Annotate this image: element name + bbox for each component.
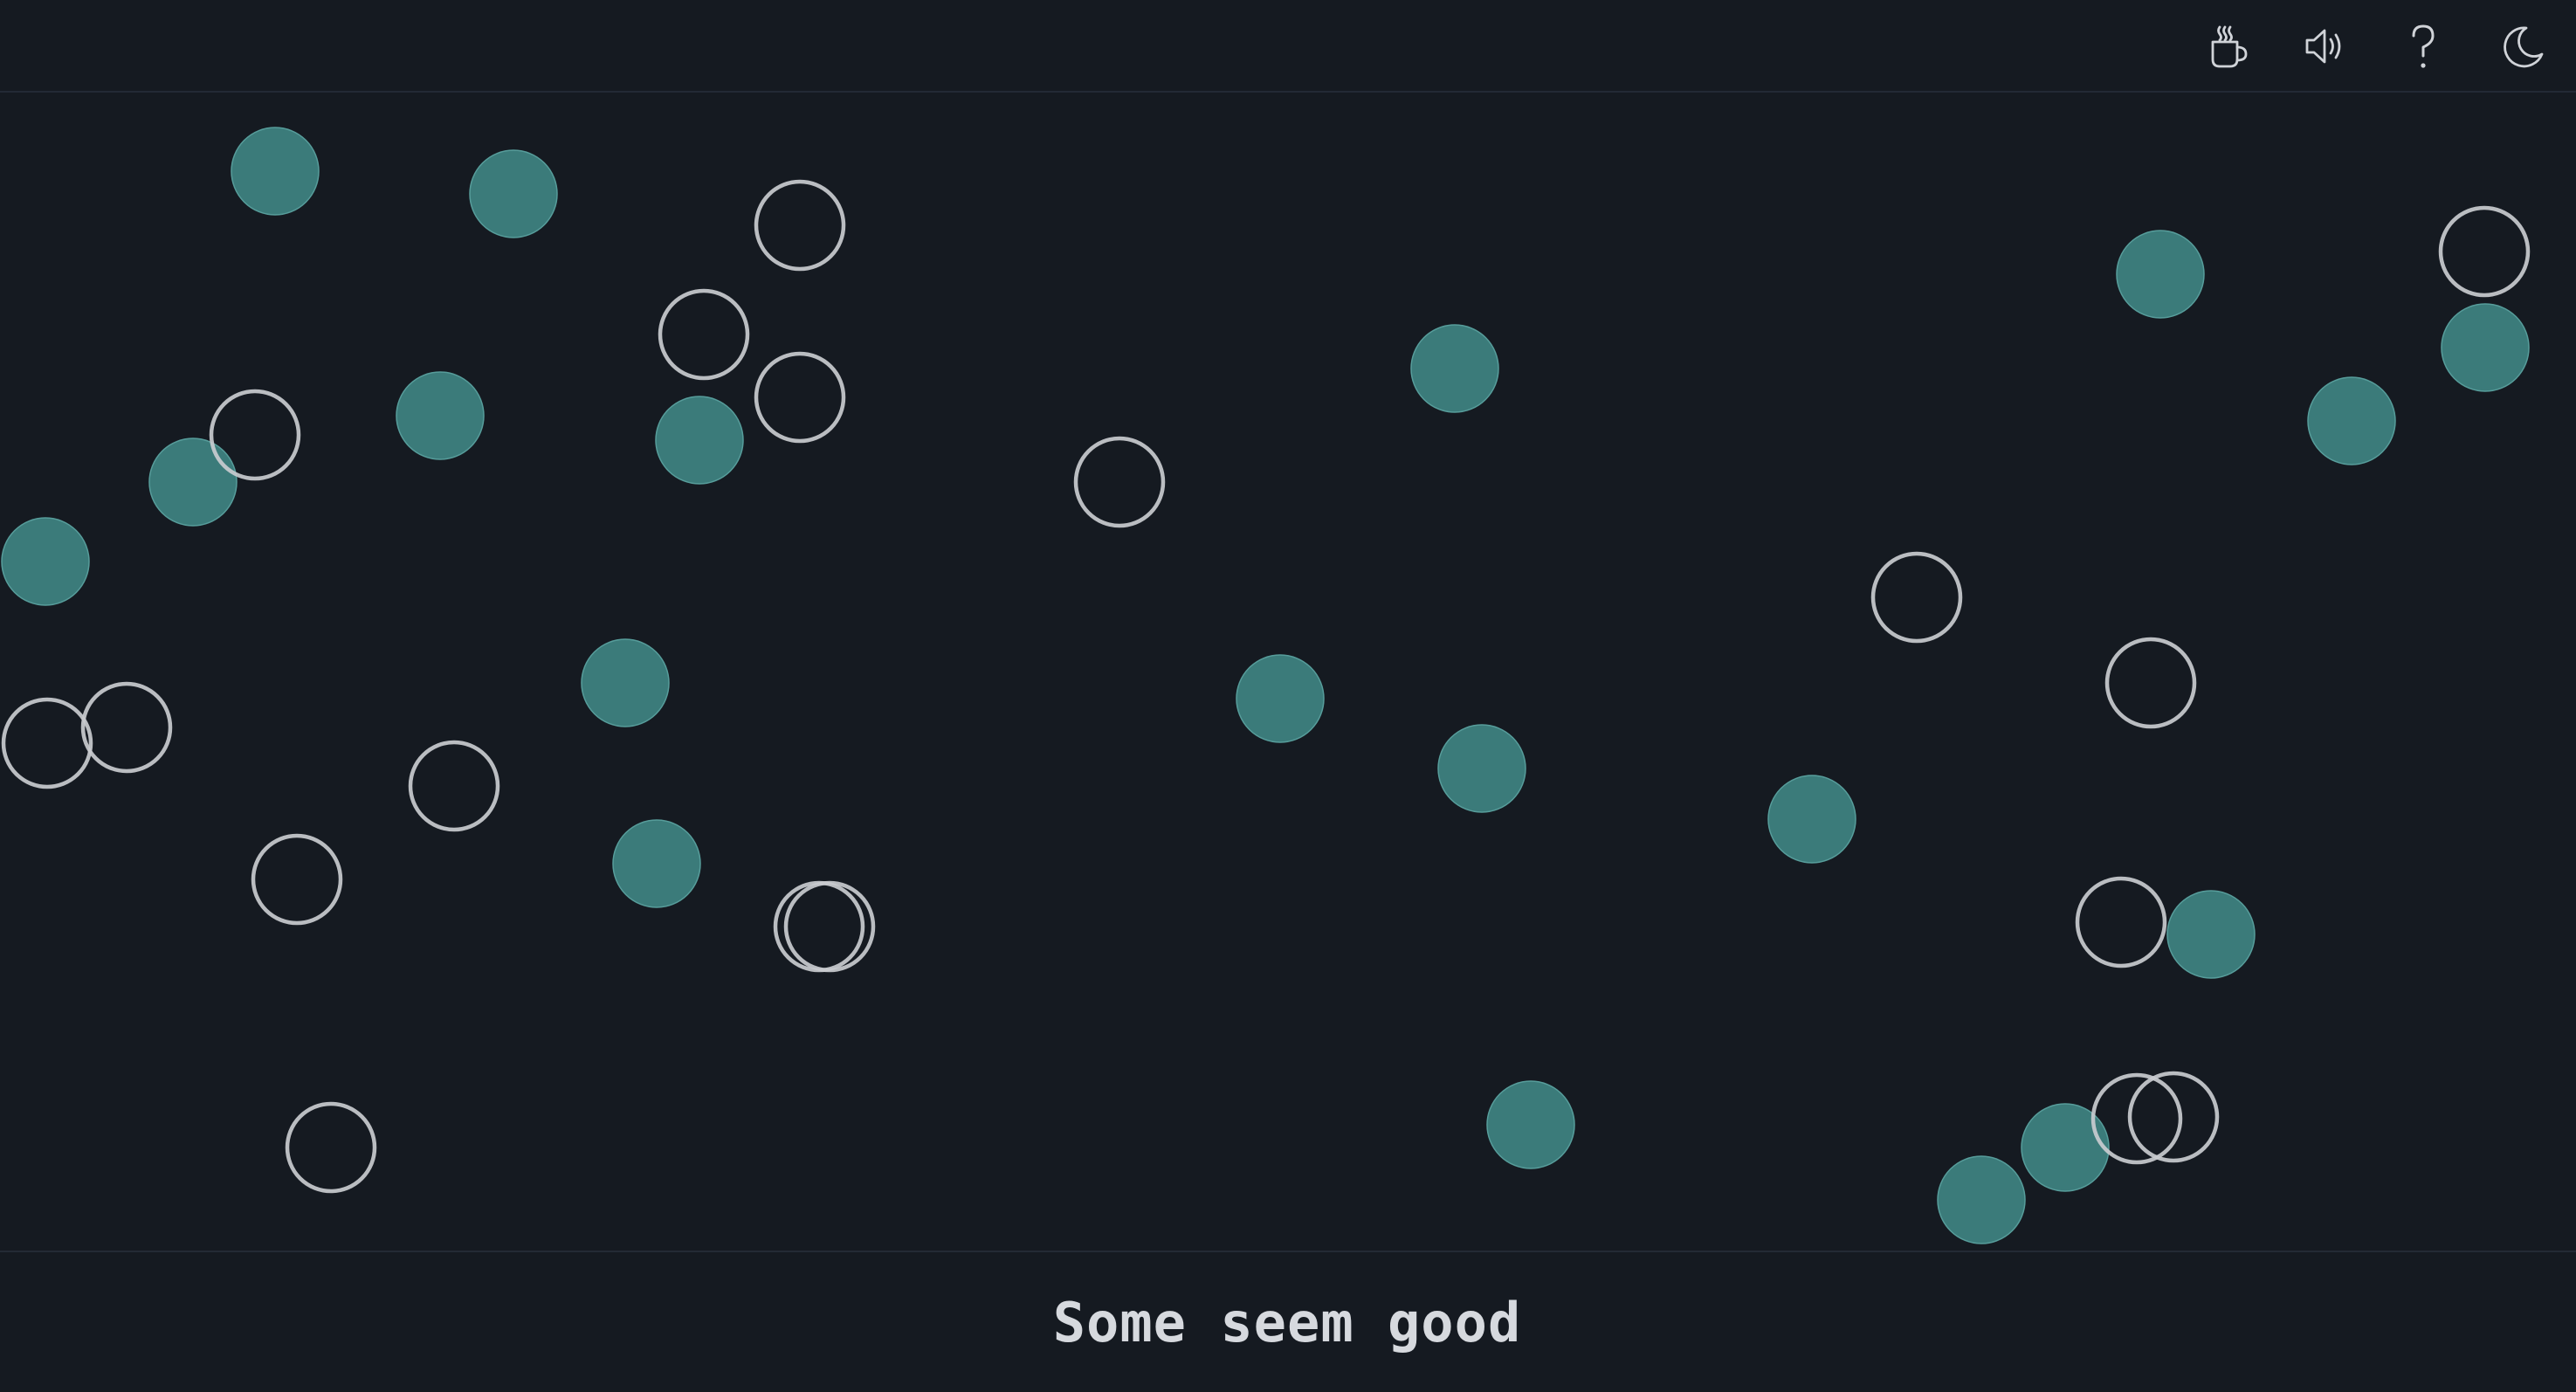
outline-ball[interactable]	[1870, 551, 1963, 644]
board-canvas[interactable]	[0, 93, 2576, 1251]
outline-ball[interactable]	[251, 833, 343, 926]
filled-ball[interactable]	[1, 517, 90, 606]
outline-ball[interactable]	[2438, 205, 2531, 298]
filled-ball[interactable]	[612, 819, 701, 908]
outline-ball[interactable]	[1073, 436, 1166, 528]
outline-ball[interactable]	[783, 880, 876, 973]
filled-ball[interactable]	[231, 127, 320, 216]
game-app: Some seem good	[0, 0, 2576, 1392]
outline-ball[interactable]	[408, 740, 500, 832]
game-board[interactable]	[0, 93, 2576, 1251]
filled-ball[interactable]	[2021, 1103, 2110, 1192]
filled-ball[interactable]	[655, 396, 744, 485]
outline-ball[interactable]	[754, 351, 846, 444]
filled-ball[interactable]	[2166, 890, 2256, 979]
filled-ball[interactable]	[1410, 324, 1499, 413]
outline-ball[interactable]	[658, 288, 750, 381]
filled-ball[interactable]	[1486, 1080, 1575, 1169]
filled-ball[interactable]	[2441, 303, 2530, 392]
outline-ball[interactable]	[773, 880, 865, 973]
filled-ball[interactable]	[2307, 376, 2396, 465]
outline-ball[interactable]	[754, 179, 846, 272]
outline-ball[interactable]	[80, 681, 173, 774]
help-button[interactable]	[2386, 9, 2461, 84]
outline-ball[interactable]	[285, 1101, 377, 1194]
outline-ball[interactable]	[2090, 1072, 2183, 1165]
filled-ball[interactable]	[469, 149, 558, 238]
filled-ball[interactable]	[581, 638, 670, 727]
sound-button[interactable]	[2288, 9, 2363, 84]
outline-ball[interactable]	[209, 389, 301, 481]
outline-ball[interactable]	[2104, 637, 2197, 729]
filled-ball[interactable]	[2116, 230, 2205, 319]
question-mark-icon	[2412, 24, 2435, 68]
coffee-cup-icon	[2211, 25, 2248, 68]
speaker-icon	[2305, 29, 2341, 64]
crescent-moon-icon	[2504, 26, 2544, 68]
status-bar: Some seem good	[0, 1251, 2576, 1392]
filled-ball[interactable]	[1437, 724, 1526, 813]
status-message: Some seem good	[1052, 1290, 1522, 1354]
filled-ball[interactable]	[1937, 1155, 2026, 1244]
filled-ball[interactable]	[1767, 775, 1856, 864]
outline-ball[interactable]	[2075, 876, 2167, 968]
outline-ball[interactable]	[2127, 1071, 2220, 1163]
top-toolbar	[0, 0, 2576, 93]
outline-ball[interactable]	[1, 697, 93, 789]
filled-ball[interactable]	[148, 438, 238, 527]
filled-ball[interactable]	[1236, 654, 1325, 743]
coffee-button[interactable]	[2190, 9, 2265, 84]
filled-ball[interactable]	[396, 371, 485, 460]
dark-mode-button[interactable]	[2484, 9, 2559, 84]
